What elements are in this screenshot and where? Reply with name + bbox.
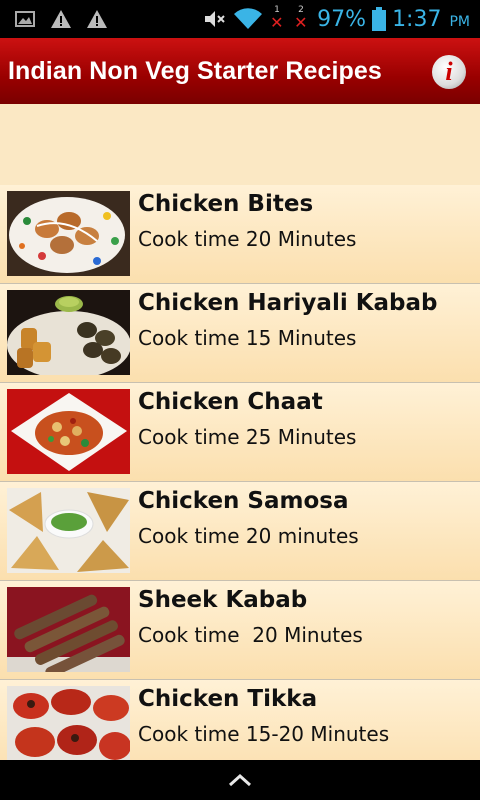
app-bar: Indian Non Veg Starter Recipes i bbox=[0, 38, 480, 104]
clock-time: 1:37 bbox=[392, 6, 442, 32]
app-title: Indian Non Veg Starter Recipes bbox=[8, 56, 382, 85]
recipe-cook-time: Cook time 15 Minutes bbox=[138, 326, 357, 350]
recipe-list: Chicken Bites Cook time 20 Minutes Chick… bbox=[0, 185, 480, 760]
recipe-cook-time: Cook time 15-20 Minutes bbox=[138, 722, 390, 746]
recipe-name: Chicken Samosa bbox=[138, 488, 349, 514]
info-button[interactable]: i bbox=[432, 55, 466, 89]
recipe-thumbnail-sheek-kabab bbox=[7, 587, 130, 672]
recipe-cook-time: Cook time 20 minutes bbox=[138, 524, 359, 548]
gallery-notification-icon bbox=[15, 11, 35, 27]
chevron-up-icon[interactable] bbox=[227, 772, 253, 788]
recipe-row-chicken-chaat[interactable]: Chicken Chaat Cook time 25 Minutes bbox=[0, 383, 480, 482]
status-bar: 1 ✕ 2 ✕ 97% 1:37 PM bbox=[0, 0, 480, 38]
battery-icon bbox=[372, 7, 387, 31]
recipe-name: Chicken Bites bbox=[138, 191, 314, 217]
recipe-name: Chicken Hariyali Kabab bbox=[138, 290, 438, 316]
recipe-thumbnail-chicken-tikka bbox=[7, 686, 130, 760]
battery-percent: 97% bbox=[317, 6, 367, 32]
recipe-name: Sheek Kabab bbox=[138, 587, 308, 613]
recipe-thumbnail-chicken-samosa bbox=[7, 488, 130, 573]
warning-icon bbox=[87, 10, 107, 28]
navigation-bar bbox=[0, 760, 480, 800]
recipe-name: Chicken Chaat bbox=[138, 389, 323, 415]
recipe-thumbnail-chicken-chaat bbox=[7, 389, 130, 474]
mute-icon bbox=[205, 11, 225, 27]
recipe-row-chicken-bites[interactable]: Chicken Bites Cook time 20 Minutes bbox=[0, 185, 480, 284]
recipe-row-chicken-tikka[interactable]: Chicken Tikka Cook time 15-20 Minutes bbox=[0, 680, 480, 760]
sim1-no-signal-icon: 1 ✕ bbox=[270, 5, 284, 32]
clock-ampm: PM bbox=[449, 14, 470, 30]
recipe-cook-time: Cook time 20 Minutes bbox=[138, 623, 363, 647]
recipe-row-chicken-hariyali-kabab[interactable]: Chicken Hariyali Kabab Cook time 15 Minu… bbox=[0, 284, 480, 383]
recipe-list-container[interactable]: Chicken Bites Cook time 20 Minutes Chick… bbox=[0, 104, 480, 760]
recipe-name: Chicken Tikka bbox=[138, 686, 318, 712]
recipe-thumbnail-chicken-hariyali-kabab bbox=[7, 290, 130, 375]
info-icon: i bbox=[445, 57, 453, 86]
sim2-no-signal-icon: 2 ✕ bbox=[294, 5, 308, 32]
recipe-cook-time: Cook time 25 Minutes bbox=[138, 425, 357, 449]
recipe-row-chicken-samosa[interactable]: Chicken Samosa Cook time 20 minutes bbox=[0, 482, 480, 581]
recipe-cook-time: Cook time 20 Minutes bbox=[138, 227, 357, 251]
recipe-row-sheek-kabab[interactable]: Sheek Kabab Cook time 20 Minutes bbox=[0, 581, 480, 680]
recipe-thumbnail-chicken-bites bbox=[7, 191, 130, 276]
warning-icon bbox=[51, 10, 71, 28]
wifi-icon bbox=[234, 8, 263, 30]
